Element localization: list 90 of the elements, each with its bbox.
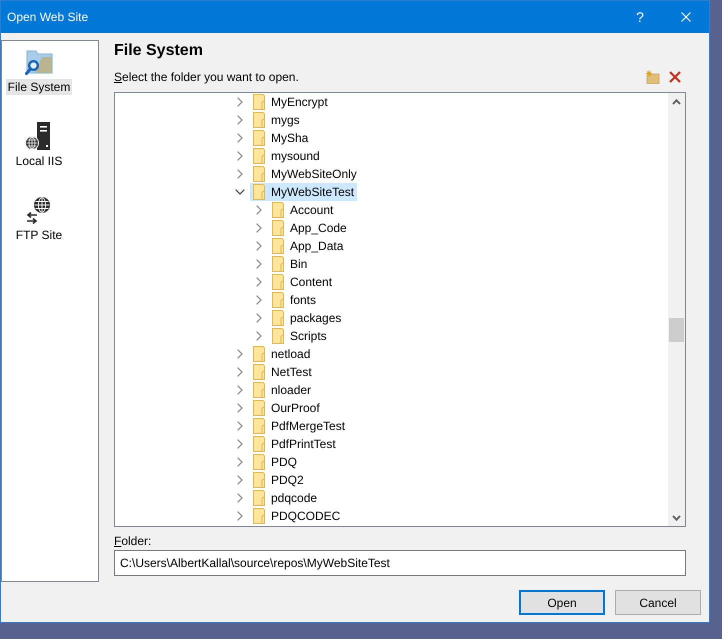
folder-icon <box>252 490 266 506</box>
tree-item[interactable]: NetTest <box>250 363 315 381</box>
sidebar-item[interactable]: File System <box>6 79 72 95</box>
folder-icon <box>252 130 266 146</box>
chevron-right-icon[interactable] <box>237 169 243 179</box>
folder-icon <box>252 346 266 362</box>
tree-item[interactable]: PDQ <box>250 453 300 471</box>
folder-icon <box>252 400 266 416</box>
chevron-right-icon[interactable] <box>256 205 262 215</box>
chevron-right-icon[interactable] <box>237 349 243 359</box>
chevron-right-icon[interactable] <box>237 115 243 125</box>
chevron-right-icon[interactable] <box>237 457 243 467</box>
chevron-right-icon[interactable] <box>256 259 262 269</box>
tree-item[interactable]: MySha <box>250 129 312 147</box>
folder-path-field[interactable]: C:\Users\AlbertKallal\source\repos\MyWebSiteTest <box>114 550 686 576</box>
chevron-right-icon[interactable] <box>237 367 243 377</box>
tree-item[interactable]: fonts <box>269 291 320 309</box>
folder-icon <box>252 148 266 164</box>
folder-icon <box>252 418 266 434</box>
new-folder-icon[interactable] <box>645 70 660 84</box>
folder-icon <box>271 256 285 272</box>
tree-item[interactable]: pdqcode <box>250 489 320 507</box>
chevron-right-icon[interactable] <box>237 403 243 413</box>
tree-item[interactable]: PdfPrintTest <box>250 435 339 453</box>
chevron-right-icon[interactable] <box>237 493 243 503</box>
tree-item[interactable]: App_Data <box>269 237 346 255</box>
folder-icon <box>252 508 266 524</box>
chevron-right-icon[interactable] <box>237 475 243 485</box>
chevron-right-icon[interactable] <box>256 241 262 251</box>
chevron-right-icon[interactable] <box>256 223 262 233</box>
sidebar-item[interactable]: Local IIS <box>14 153 64 169</box>
arrow-up-icon[interactable] <box>672 98 681 104</box>
open-button[interactable]: Open <box>519 590 605 615</box>
chevron-right-icon[interactable] <box>237 133 243 143</box>
tree-item[interactable]: MyWebSiteTest <box>250 183 358 201</box>
chevron-right-icon[interactable] <box>256 277 262 287</box>
tree-item[interactable]: MyEncrypt <box>250 93 331 111</box>
folder-icon <box>271 238 285 254</box>
folder-icon <box>271 220 285 236</box>
chevron-right-icon[interactable] <box>237 151 243 161</box>
folder-icon <box>271 328 285 344</box>
chevron-right-icon[interactable] <box>237 439 243 449</box>
folder-icon <box>252 436 266 452</box>
tree-item[interactable]: nloader <box>250 381 314 399</box>
chevron-right-icon[interactable] <box>256 295 262 305</box>
chevron-right-icon[interactable] <box>237 385 243 395</box>
arrow-down-icon[interactable] <box>672 514 681 520</box>
chevron-right-icon[interactable] <box>256 331 262 341</box>
folder-icon <box>252 382 266 398</box>
tree-item[interactable]: Account <box>269 201 336 219</box>
tree-item[interactable]: Content <box>269 273 336 291</box>
folder-icon <box>271 310 285 326</box>
window-title: Open Web Site <box>6 10 90 24</box>
tree-item[interactable]: mysound <box>250 147 323 165</box>
instruction-text: Select the folder you want to open. <box>114 69 299 85</box>
close-icon <box>681 12 691 22</box>
chevron-right-icon[interactable] <box>237 421 243 431</box>
chevron-down-icon[interactable] <box>235 189 245 195</box>
chevron-right-icon[interactable] <box>237 97 243 107</box>
folder-icon <box>252 184 266 200</box>
tree-item[interactable]: Bin <box>269 255 310 273</box>
folder-icon <box>271 274 285 290</box>
folder-icon <box>271 292 285 308</box>
scroll-thumb[interactable] <box>669 318 684 342</box>
folder-icon <box>252 472 266 488</box>
tree-item[interactable]: netload <box>250 345 314 363</box>
cancel-button[interactable]: Cancel <box>615 590 701 615</box>
tree-item[interactable]: App_Code <box>269 219 350 237</box>
tree-item[interactable]: PDQ2 <box>250 471 307 489</box>
folder-icon <box>252 94 266 110</box>
delete-icon[interactable] <box>669 71 681 83</box>
tree-item[interactable]: MyWebSiteOnly <box>250 165 360 183</box>
folder-icon <box>252 166 266 182</box>
vertical-scrollbar[interactable] <box>668 93 685 526</box>
tree-item[interactable]: Scripts <box>269 327 330 345</box>
tree-item[interactable]: OurProof <box>250 399 323 417</box>
folder-icon <box>252 364 266 380</box>
folder-icon <box>252 112 266 128</box>
tree-item[interactable]: packages <box>269 309 344 327</box>
chevron-right-icon[interactable] <box>237 511 243 521</box>
chevron-right-icon[interactable] <box>256 313 262 323</box>
folder-label: Folder: <box>114 533 152 549</box>
panel-heading: File System <box>114 41 203 61</box>
folder-icon <box>252 454 266 470</box>
tree-item[interactable]: PdfMergeTest <box>250 417 348 435</box>
sidebar-item[interactable]: FTP Site <box>14 227 64 243</box>
help-button[interactable]: ? <box>617 1 663 33</box>
tree-item[interactable]: PDQCODEC <box>250 507 344 525</box>
tree-item[interactable]: mygs <box>250 111 303 129</box>
folder-icon <box>271 202 285 218</box>
